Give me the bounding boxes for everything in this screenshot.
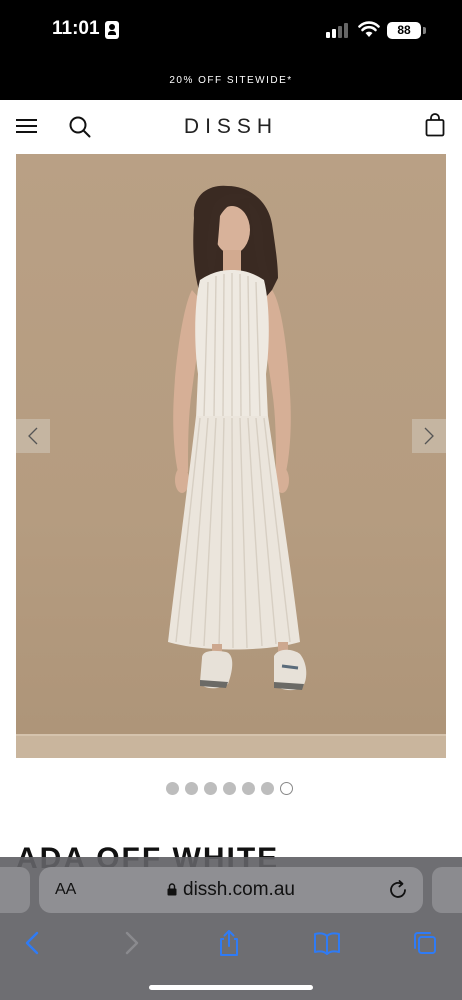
carousel-dot[interactable] bbox=[204, 782, 217, 795]
browser-toolbar bbox=[0, 921, 462, 965]
previous-tab-preview[interactable] bbox=[0, 867, 30, 913]
model-photo bbox=[168, 185, 307, 691]
wifi-icon bbox=[358, 21, 380, 37]
next-tab-preview[interactable] bbox=[432, 867, 462, 913]
chevron-left-icon bbox=[28, 427, 38, 445]
address-bar[interactable]: AA dissh.com.au bbox=[39, 867, 423, 913]
back-arrow-icon[interactable] bbox=[18, 929, 48, 957]
carousel-dot[interactable] bbox=[223, 782, 236, 795]
carousel-dot[interactable] bbox=[242, 782, 255, 795]
site-logo[interactable]: DISSH bbox=[0, 115, 462, 139]
home-indicator[interactable] bbox=[149, 985, 313, 990]
promo-text: 20% OFF SITEWIDE* bbox=[169, 75, 293, 86]
tabs-icon[interactable] bbox=[410, 929, 440, 957]
carousel-dot[interactable] bbox=[261, 782, 274, 795]
product-image[interactable] bbox=[16, 154, 446, 758]
battery-cap bbox=[423, 27, 426, 34]
forward-arrow-icon[interactable] bbox=[116, 929, 146, 957]
chevron-right-icon bbox=[424, 427, 434, 445]
contact-card-icon bbox=[105, 21, 119, 39]
browser-bottom-bar: AA dissh.com.au bbox=[0, 857, 462, 1000]
carousel-dot[interactable] bbox=[166, 782, 179, 795]
promo-banner[interactable]: 20% OFF SITEWIDE* bbox=[0, 62, 462, 100]
next-image-button[interactable] bbox=[412, 419, 446, 453]
bookmarks-icon[interactable] bbox=[312, 929, 342, 957]
cellular-signal-icon bbox=[326, 22, 350, 38]
lock-icon bbox=[167, 883, 177, 896]
previous-image-button[interactable] bbox=[16, 419, 50, 453]
shopping-bag-icon[interactable] bbox=[424, 113, 446, 137]
url-text: dissh.com.au bbox=[183, 879, 295, 900]
site-header: DISSH bbox=[0, 100, 462, 154]
url-display[interactable]: dissh.com.au bbox=[39, 879, 423, 901]
status-bar: 11:01 88 bbox=[0, 0, 462, 62]
carousel-pagination bbox=[166, 782, 293, 796]
carousel-dot[interactable] bbox=[185, 782, 198, 795]
carousel-dot-active[interactable] bbox=[280, 782, 293, 795]
share-icon[interactable] bbox=[214, 929, 244, 957]
reload-icon[interactable] bbox=[387, 879, 409, 901]
status-time: 11:01 bbox=[52, 18, 100, 39]
battery-indicator: 88 bbox=[387, 22, 421, 39]
